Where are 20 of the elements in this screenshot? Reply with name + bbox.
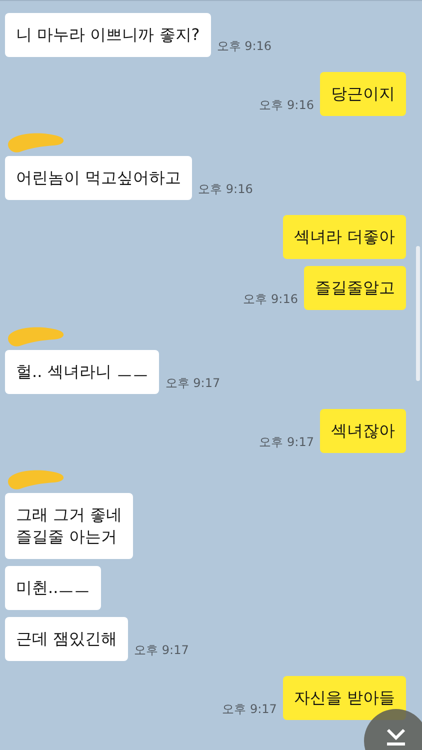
message-time: 오후 9:16: [216, 38, 272, 55]
scrollbar[interactable]: [416, 246, 420, 381]
message-time: 오후 9:17: [259, 434, 314, 451]
message-bubble: 헐.. 섹녀라니 ㅡㅡ: [5, 350, 160, 394]
message-time: 오후 9:17: [165, 375, 220, 392]
message-time: 오후 9:16: [243, 291, 298, 308]
message-bubble: 자신을 받아들: [282, 676, 406, 720]
message-bubble: 근데 잼있긴해: [5, 617, 128, 661]
message-time: 오후 9:16: [198, 181, 253, 198]
message-bubble: 어린놈이 먹고싶어하고: [5, 156, 192, 200]
message-time: 오후 9:16: [259, 97, 314, 114]
message-bubble: 섹녀잖아: [320, 409, 406, 453]
message-bubble: 그래 그거 좋네 즐길줄 아는거: [5, 493, 134, 559]
message-bubble: 섹녀라 더좋아: [282, 215, 406, 259]
message-bubble: 즐길줄알고: [304, 266, 406, 310]
message-bubble: 니 마누라 이쁘니까 좋지?: [5, 13, 211, 57]
message-time: 오후 9:17: [222, 701, 277, 718]
message-bubble: 미췬..ㅡㅡ: [5, 566, 102, 610]
message-bubble: 당근이지: [320, 72, 406, 116]
message-time: 오후 9:17: [134, 642, 189, 659]
